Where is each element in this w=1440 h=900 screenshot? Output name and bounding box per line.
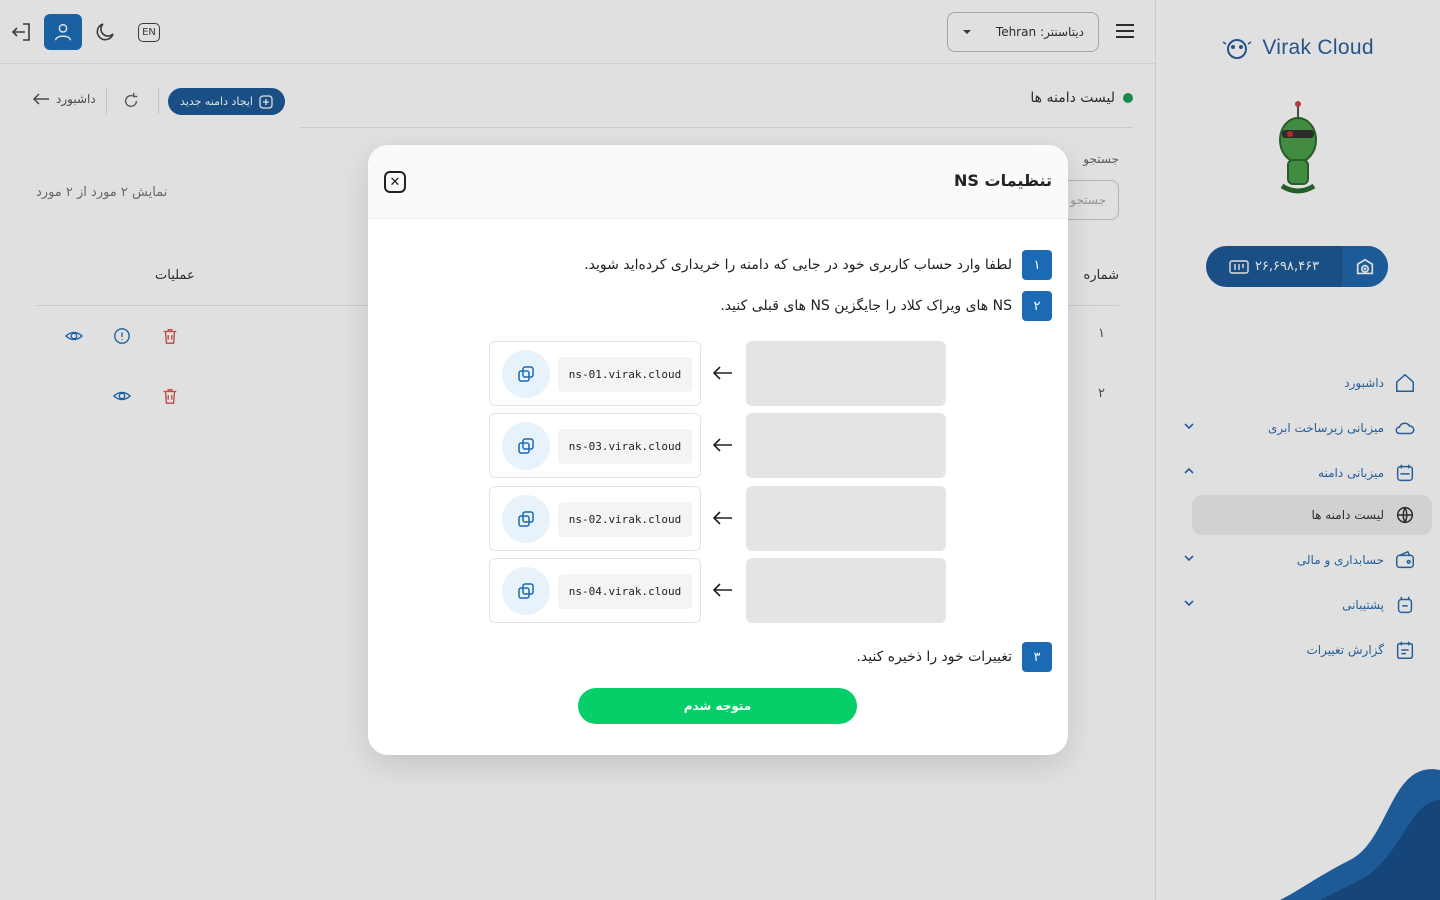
ns-value-box: ns-02.virak.cloud <box>489 486 701 551</box>
ns-value-box: ns-01.virak.cloud <box>489 341 701 406</box>
copy-button[interactable] <box>502 350 550 398</box>
nameserver-value: ns-03.virak.cloud <box>558 429 692 464</box>
copy-icon <box>518 438 534 454</box>
arrow-left-icon <box>712 511 732 525</box>
modal-header: تنظیمات NS ✕ <box>368 145 1068 219</box>
copy-button[interactable] <box>502 495 550 543</box>
step-text: NS های ویراک کلاد را جایگزین NS های قبلی… <box>720 298 1012 314</box>
ns-settings-modal: تنظیمات NS ✕ ۱ لطفا وارد حساب کاربری خود… <box>368 145 1068 755</box>
copy-button[interactable] <box>502 422 550 470</box>
copy-icon <box>518 583 534 599</box>
step-number: ۲ <box>1022 291 1052 321</box>
step-text: لطفا وارد حساب کاربری خود در جایی که دام… <box>584 257 1012 273</box>
step-3: ۳ تغییرات خود را ذخیره کنید. <box>856 642 1052 672</box>
nameserver-value: ns-04.virak.cloud <box>558 574 692 609</box>
confirm-button[interactable]: متوجه شدم <box>578 688 857 724</box>
copy-icon <box>518 366 534 382</box>
close-icon: ✕ <box>389 174 401 190</box>
old-ns-placeholder <box>746 486 946 551</box>
modal-title: تنظیمات NS <box>954 171 1052 190</box>
arrow-left-icon <box>712 438 732 452</box>
copy-button[interactable] <box>502 567 550 615</box>
old-ns-placeholder <box>746 413 946 478</box>
ns-row: ns-02.virak.cloud <box>489 486 946 551</box>
arrow-left-icon <box>712 583 732 597</box>
old-ns-placeholder <box>746 558 946 623</box>
arrow-left-icon <box>712 366 732 380</box>
close-button[interactable]: ✕ <box>384 171 406 193</box>
ns-row: ns-01.virak.cloud <box>489 341 946 406</box>
step-number: ۱ <box>1022 250 1052 280</box>
nameserver-value: ns-02.virak.cloud <box>558 502 692 537</box>
ns-value-box: ns-03.virak.cloud <box>489 413 701 478</box>
ns-row: ns-03.virak.cloud <box>489 413 946 478</box>
step-number: ۳ <box>1022 642 1052 672</box>
ns-value-box: ns-04.virak.cloud <box>489 558 701 623</box>
step-2: ۲ NS های ویراک کلاد را جایگزین NS های قب… <box>720 291 1052 321</box>
nameserver-value: ns-01.virak.cloud <box>558 357 692 392</box>
ns-row: ns-04.virak.cloud <box>489 558 946 623</box>
copy-icon <box>518 511 534 527</box>
step-text: تغییرات خود را ذخیره کنید. <box>856 649 1012 665</box>
step-1: ۱ لطفا وارد حساب کاربری خود در جایی که د… <box>584 250 1052 280</box>
old-ns-placeholder <box>746 341 946 406</box>
